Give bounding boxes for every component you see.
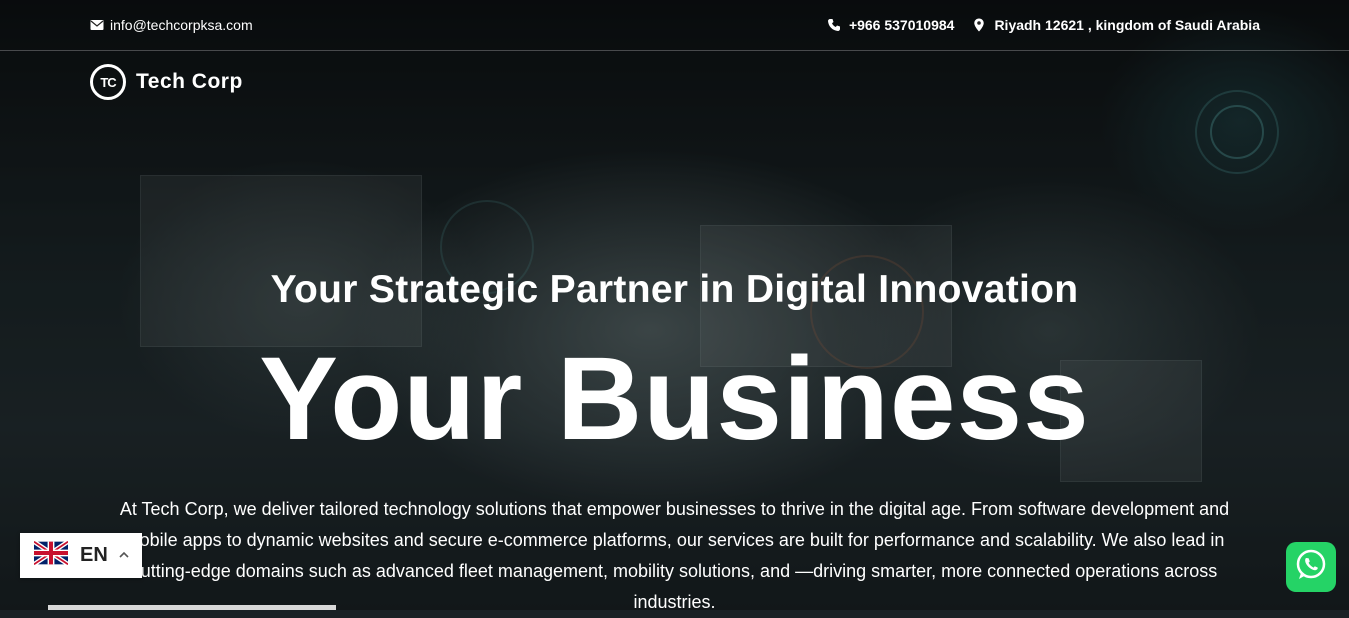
language-switcher[interactable]: EN: [20, 533, 142, 578]
hero-subtitle: Your Strategic Partner in Digital Innova…: [270, 268, 1079, 311]
logo-mark: TC: [90, 64, 126, 100]
bottom-divider: [48, 605, 336, 610]
contact-right: +966 537010984 Riyadh 12621 , kingdom of…: [827, 17, 1260, 33]
phone-link[interactable]: +966 537010984: [827, 17, 955, 33]
address-text: Riyadh 12621 , kingdom of Saudi Arabia: [994, 17, 1260, 33]
map-pin-icon: [972, 18, 986, 32]
hero-title: Your Business: [259, 333, 1090, 465]
chevron-up-icon: [118, 548, 130, 564]
whatsapp-button[interactable]: [1286, 542, 1336, 592]
email-text: info@techcorpksa.com: [110, 17, 253, 33]
logo-text: Tech Corp: [136, 70, 243, 93]
language-label: EN: [80, 544, 108, 566]
phone-icon: [827, 18, 841, 32]
phone-text: +966 537010984: [848, 17, 955, 33]
address-item: Riyadh 12621 , kingdom of Saudi Arabia: [972, 17, 1260, 33]
email-link[interactable]: info@techcorpksa.com: [90, 17, 253, 33]
site-logo[interactable]: TC Tech Corp: [90, 64, 243, 100]
hero-description: At Tech Corp, we deliver tailored techno…: [119, 499, 1230, 612]
whatsapp-icon: [1293, 547, 1329, 588]
uk-flag-icon: [32, 539, 70, 570]
envelope-icon: [90, 18, 104, 32]
top-contact-bar: info@techcorpksa.com +966 537010984 Riya…: [0, 0, 1349, 51]
